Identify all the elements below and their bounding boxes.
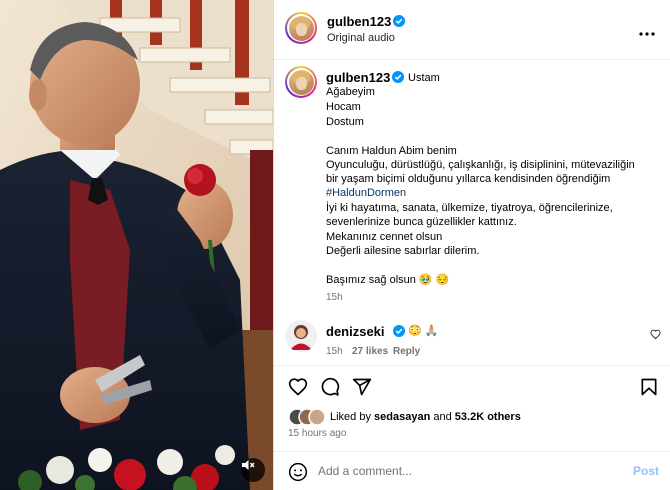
caption-line: Başımız sağ olsun 🥹 😔 — [326, 274, 450, 286]
caption-line: Canım Haldun Abim benim — [326, 145, 457, 157]
comment-like-heart-icon[interactable] — [650, 329, 661, 340]
more-options-button[interactable] — [639, 20, 655, 41]
add-comment-bar: Post — [274, 451, 670, 490]
caption-line: Hocam — [326, 101, 361, 113]
verified-badge-icon — [393, 15, 405, 27]
emoji-icon[interactable] — [288, 462, 308, 482]
post-time-ago[interactable]: 15 hours ago — [288, 428, 346, 439]
post-comment-button[interactable]: Post — [633, 464, 659, 478]
caption-line: Mekanınız cennet olsun — [326, 231, 443, 243]
caption-line: bir yaşam biçimi olduğunu yıllarca kendi… — [326, 173, 611, 185]
post-action-bar — [274, 365, 670, 405]
liker-username[interactable]: sedasayan — [374, 411, 430, 423]
caption-line: sevenlerinize bunca güzellikler kattınız… — [326, 216, 517, 228]
comment-timestamp[interactable]: 15h — [326, 346, 343, 357]
speaker-muted-icon — [242, 460, 255, 470]
author-username[interactable]: gulben123 — [327, 14, 391, 29]
commenter-avatar-image — [285, 320, 317, 352]
verified-badge-icon — [392, 71, 404, 83]
comment-reply-button[interactable]: Reply — [393, 346, 420, 357]
audio-label[interactable]: Original audio — [327, 32, 395, 44]
caption-line: İyi ki hayatıma, sanata, ülkemize, tiyat… — [326, 202, 613, 214]
likes-others-count[interactable]: 53.2K others — [455, 411, 521, 423]
video-frame-image — [0, 0, 273, 490]
caption-timestamp[interactable]: 15h — [326, 292, 343, 303]
verified-badge-icon — [393, 325, 405, 337]
comment-item: denizseki 😳 🙏🏼 15h 27 likes Reply — [274, 318, 670, 362]
more-horizontal-icon — [639, 32, 655, 36]
comment-text: 😳 🙏🏼 — [408, 325, 439, 337]
post-header: gulben123 Original audio — [274, 0, 670, 60]
caption-author-avatar[interactable] — [285, 66, 317, 98]
hashtag-link[interactable]: #HaldunDormen — [326, 186, 406, 200]
caption-line: Dostum — [326, 116, 364, 128]
caption-line: Ağabeyim — [326, 86, 375, 98]
bookmark-icon[interactable] — [639, 377, 659, 397]
likes-text[interactable]: Liked by sedasayan and 53.2K others — [330, 411, 521, 423]
post-video[interactable] — [0, 0, 273, 490]
caption-first-line: Ustam — [408, 72, 440, 84]
commenter-avatar[interactable] — [285, 320, 317, 352]
comment-input[interactable] — [318, 464, 598, 478]
likes-prefix: Liked by — [330, 411, 371, 423]
post-details-panel: gulben123 Original audio gulben123 Ustam… — [273, 0, 670, 490]
share-icon[interactable] — [352, 377, 372, 397]
commenter-username[interactable]: denizseki — [326, 324, 385, 339]
liker-avatars[interactable] — [288, 407, 328, 427]
heart-icon[interactable] — [288, 377, 308, 397]
caption-line: Değerli ailesine sabırlar dilerim. — [326, 245, 480, 257]
caption-line: Oyunculuğu, dürüstlüğü, çalışkanlığı, iş… — [326, 159, 635, 171]
comment-likes-count[interactable]: 27 likes — [352, 346, 388, 357]
author-avatar[interactable] — [285, 12, 317, 44]
mute-button[interactable] — [241, 458, 265, 482]
comment-icon[interactable] — [320, 377, 340, 397]
likes-and: and — [433, 411, 452, 423]
caption-author-username[interactable]: gulben123 — [326, 70, 390, 85]
instagram-post-view: gulben123 Original audio gulben123 Ustam… — [0, 0, 670, 490]
